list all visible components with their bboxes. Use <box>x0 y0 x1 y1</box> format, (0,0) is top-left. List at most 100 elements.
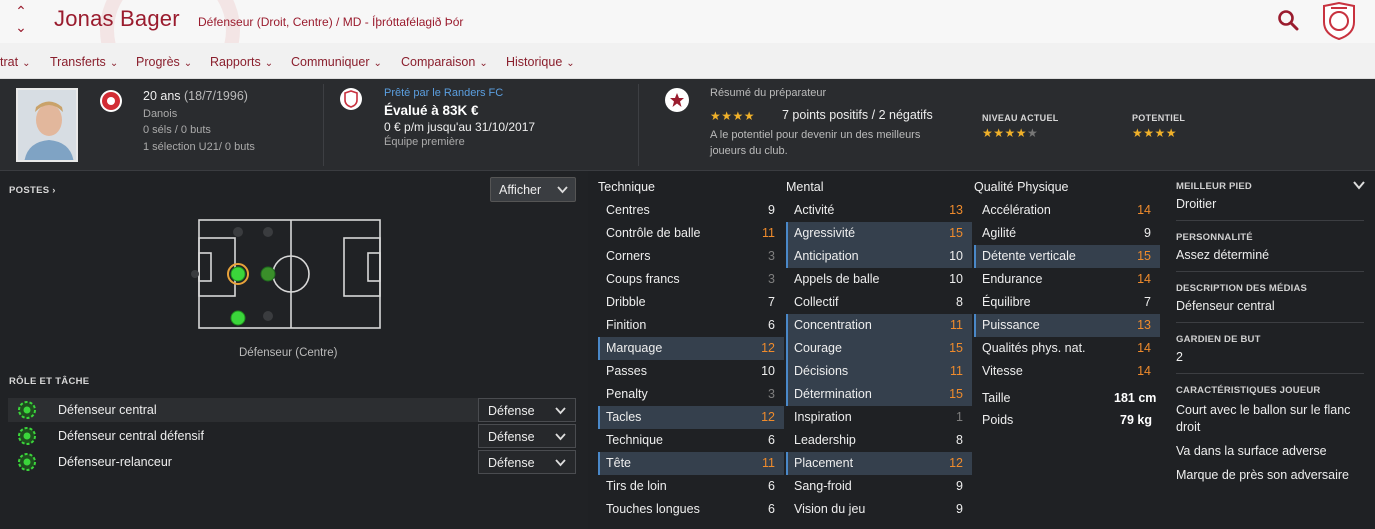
show-dropdown[interactable]: Afficher <box>490 177 576 202</box>
chevron-down-icon[interactable]: ⌄ <box>14 18 28 36</box>
attribute-value: 9 <box>956 502 963 516</box>
goalkeeper-label: GARDIEN DE BUT <box>1176 334 1261 345</box>
attribute-row[interactable]: Placement 12 <box>786 452 972 475</box>
role-name: Défenseur central <box>58 403 157 417</box>
chevron-down-icon: ⌄ <box>22 58 31 69</box>
player-squad: Équipe première <box>384 136 465 148</box>
role-icon <box>18 401 36 419</box>
goalkeeper-rating: GARDIEN DE BUT 2 <box>1176 334 1364 366</box>
attribute-row[interactable]: Endurance 14 <box>974 268 1160 291</box>
role-name: Défenseur central défensif <box>58 429 204 443</box>
attribute-name: Concentration <box>794 318 872 332</box>
attribute-name: Détente verticale <box>982 249 1076 263</box>
duty-select[interactable]: Défense <box>478 450 576 474</box>
attribute-row[interactable]: Centres 9 <box>598 199 784 222</box>
attribute-row[interactable]: Équilibre 7 <box>974 291 1160 314</box>
attribute-value: 3 <box>768 387 775 401</box>
scout-text-2: joueurs du club. <box>710 145 788 157</box>
attribute-row[interactable]: Passes 10 <box>598 360 784 383</box>
best-foot-value: Droitier <box>1176 197 1217 211</box>
player-age: 20 ans (18/7/1996) <box>143 89 248 103</box>
role-row[interactable]: Défenseur central défensif Défense <box>8 424 576 448</box>
attribute-value: 10 <box>949 272 963 286</box>
menu-label: trat <box>0 55 19 69</box>
highlight-bar <box>786 360 788 383</box>
attribute-row[interactable]: Leadership 8 <box>786 429 972 452</box>
attribute-value: 8 <box>956 433 963 447</box>
attribute-row[interactable]: Activité 13 <box>786 199 972 222</box>
attribute-row[interactable]: Collectif 8 <box>786 291 972 314</box>
attribute-row[interactable]: Qualités phys. nat. 14 <box>974 337 1160 360</box>
attribute-name: Dribble <box>606 295 646 309</box>
player-photo <box>16 88 78 162</box>
role-row[interactable]: Défenseur-relanceur Défense <box>8 450 576 474</box>
attribute-row[interactable]: Anticipation 10 <box>786 245 972 268</box>
attribute-row[interactable]: Appels de balle 10 <box>786 268 972 291</box>
search-icon[interactable] <box>1277 9 1299 31</box>
menu-item-transferts[interactable]: Transferts ⌄ <box>50 55 118 69</box>
positions-label[interactable]: POSTES › <box>9 185 56 196</box>
attribute-row[interactable]: Technique 6 <box>598 429 784 452</box>
attribute-row[interactable]: Concentration 11 <box>786 314 972 337</box>
menu-item-comparaison[interactable]: Comparaison ⌄ <box>401 55 488 69</box>
attribute-row[interactable]: Penalty 3 <box>598 383 784 406</box>
attribute-row[interactable]: Sang-froid 9 <box>786 475 972 498</box>
menu-label: Progrès <box>136 55 180 69</box>
menu-item-progres[interactable]: Progrès ⌄ <box>136 55 192 69</box>
attribute-name: Finition <box>606 318 647 332</box>
attribute-value: 12 <box>949 456 963 470</box>
duty-select[interactable]: Défense <box>478 398 576 422</box>
age-value: 20 ans <box>143 89 181 103</box>
attribute-row[interactable]: Dribble 7 <box>598 291 784 314</box>
attribute-row[interactable]: Corners 3 <box>598 245 784 268</box>
attribute-row[interactable]: Puissance 13 <box>974 314 1160 337</box>
attribute-name: Agilité <box>982 226 1017 240</box>
attribute-row[interactable]: Inspiration 1 <box>786 406 972 429</box>
menu-item-rapports[interactable]: Rapports ⌄ <box>210 55 273 69</box>
attribute-row[interactable]: Courage 15 <box>786 337 972 360</box>
attribute-name: Marquage <box>606 341 663 355</box>
attribute-row[interactable]: Agressivité 15 <box>786 222 972 245</box>
trait-item: Court avec le ballon sur le flanc droit <box>1176 403 1351 434</box>
player-nav-arrows[interactable]: ⌃ ⌄ <box>14 2 28 36</box>
role-row[interactable]: Défenseur central Défense <box>8 398 576 422</box>
menu-item-communiquer[interactable]: Communiquer ⌄ <box>291 55 382 69</box>
attribute-row[interactable]: Touches longues 6 <box>598 498 784 521</box>
attribute-row[interactable]: Accélération 14 <box>974 199 1160 222</box>
duty-select[interactable]: Défense <box>478 424 576 448</box>
mental-heading: Mental <box>786 180 824 194</box>
show-dropdown-label: Afficher <box>499 183 542 197</box>
attribute-row[interactable]: Décisions 11 <box>786 360 972 383</box>
club-crest-icon[interactable] <box>1321 2 1357 40</box>
attribute-row[interactable]: Tirs de loin 6 <box>598 475 784 498</box>
chevron-down-icon <box>555 407 566 415</box>
attribute-row[interactable]: Détente verticale 15 <box>974 245 1160 268</box>
attribute-name: Leadership <box>794 433 856 447</box>
attribute-row[interactable]: Marquage 12 <box>598 337 784 360</box>
menu-item-historique[interactable]: Historique ⌄ <box>506 55 575 69</box>
weight-label: Poids <box>982 413 1014 427</box>
attribute-row[interactable]: Finition 6 <box>598 314 784 337</box>
menu-item-contrat[interactable]: trat ⌄ <box>0 55 30 69</box>
attribute-row[interactable]: Contrôle de balle 11 <box>598 222 784 245</box>
best-foot: MEILLEUR PIED Droitier <box>1176 181 1364 213</box>
chevron-down-icon <box>555 459 566 467</box>
attribute-row[interactable]: Détermination 15 <box>786 383 972 406</box>
player-nation: Danois <box>143 108 178 120</box>
attribute-value: 13 <box>949 203 963 217</box>
parent-club-badge-icon <box>340 88 362 110</box>
highlight-bar <box>786 452 788 475</box>
loan-link[interactable]: Prêté par le Randers FC <box>384 87 503 99</box>
attribute-value: 10 <box>949 249 963 263</box>
attribute-row[interactable]: Agilité 9 <box>974 222 1160 245</box>
sub-menu-bar: trat ⌄ Transferts ⌄ Progrès ⌄ Rapports ⌄ Com… <box>0 43 1375 79</box>
attribute-row[interactable]: Tête 11 <box>598 452 784 475</box>
personality-label: PERSONNALITÉ <box>1176 232 1253 243</box>
attribute-value: 12 <box>761 410 775 424</box>
attribute-name: Activité <box>794 203 835 217</box>
attribute-row[interactable]: Vitesse 14 <box>974 360 1160 383</box>
attribute-row[interactable]: Coups francs 3 <box>598 268 784 291</box>
attribute-row[interactable]: Vision du jeu 9 <box>786 498 972 521</box>
positions-label-text: POSTES <box>9 185 50 196</box>
attribute-row[interactable]: Tacles 12 <box>598 406 784 429</box>
